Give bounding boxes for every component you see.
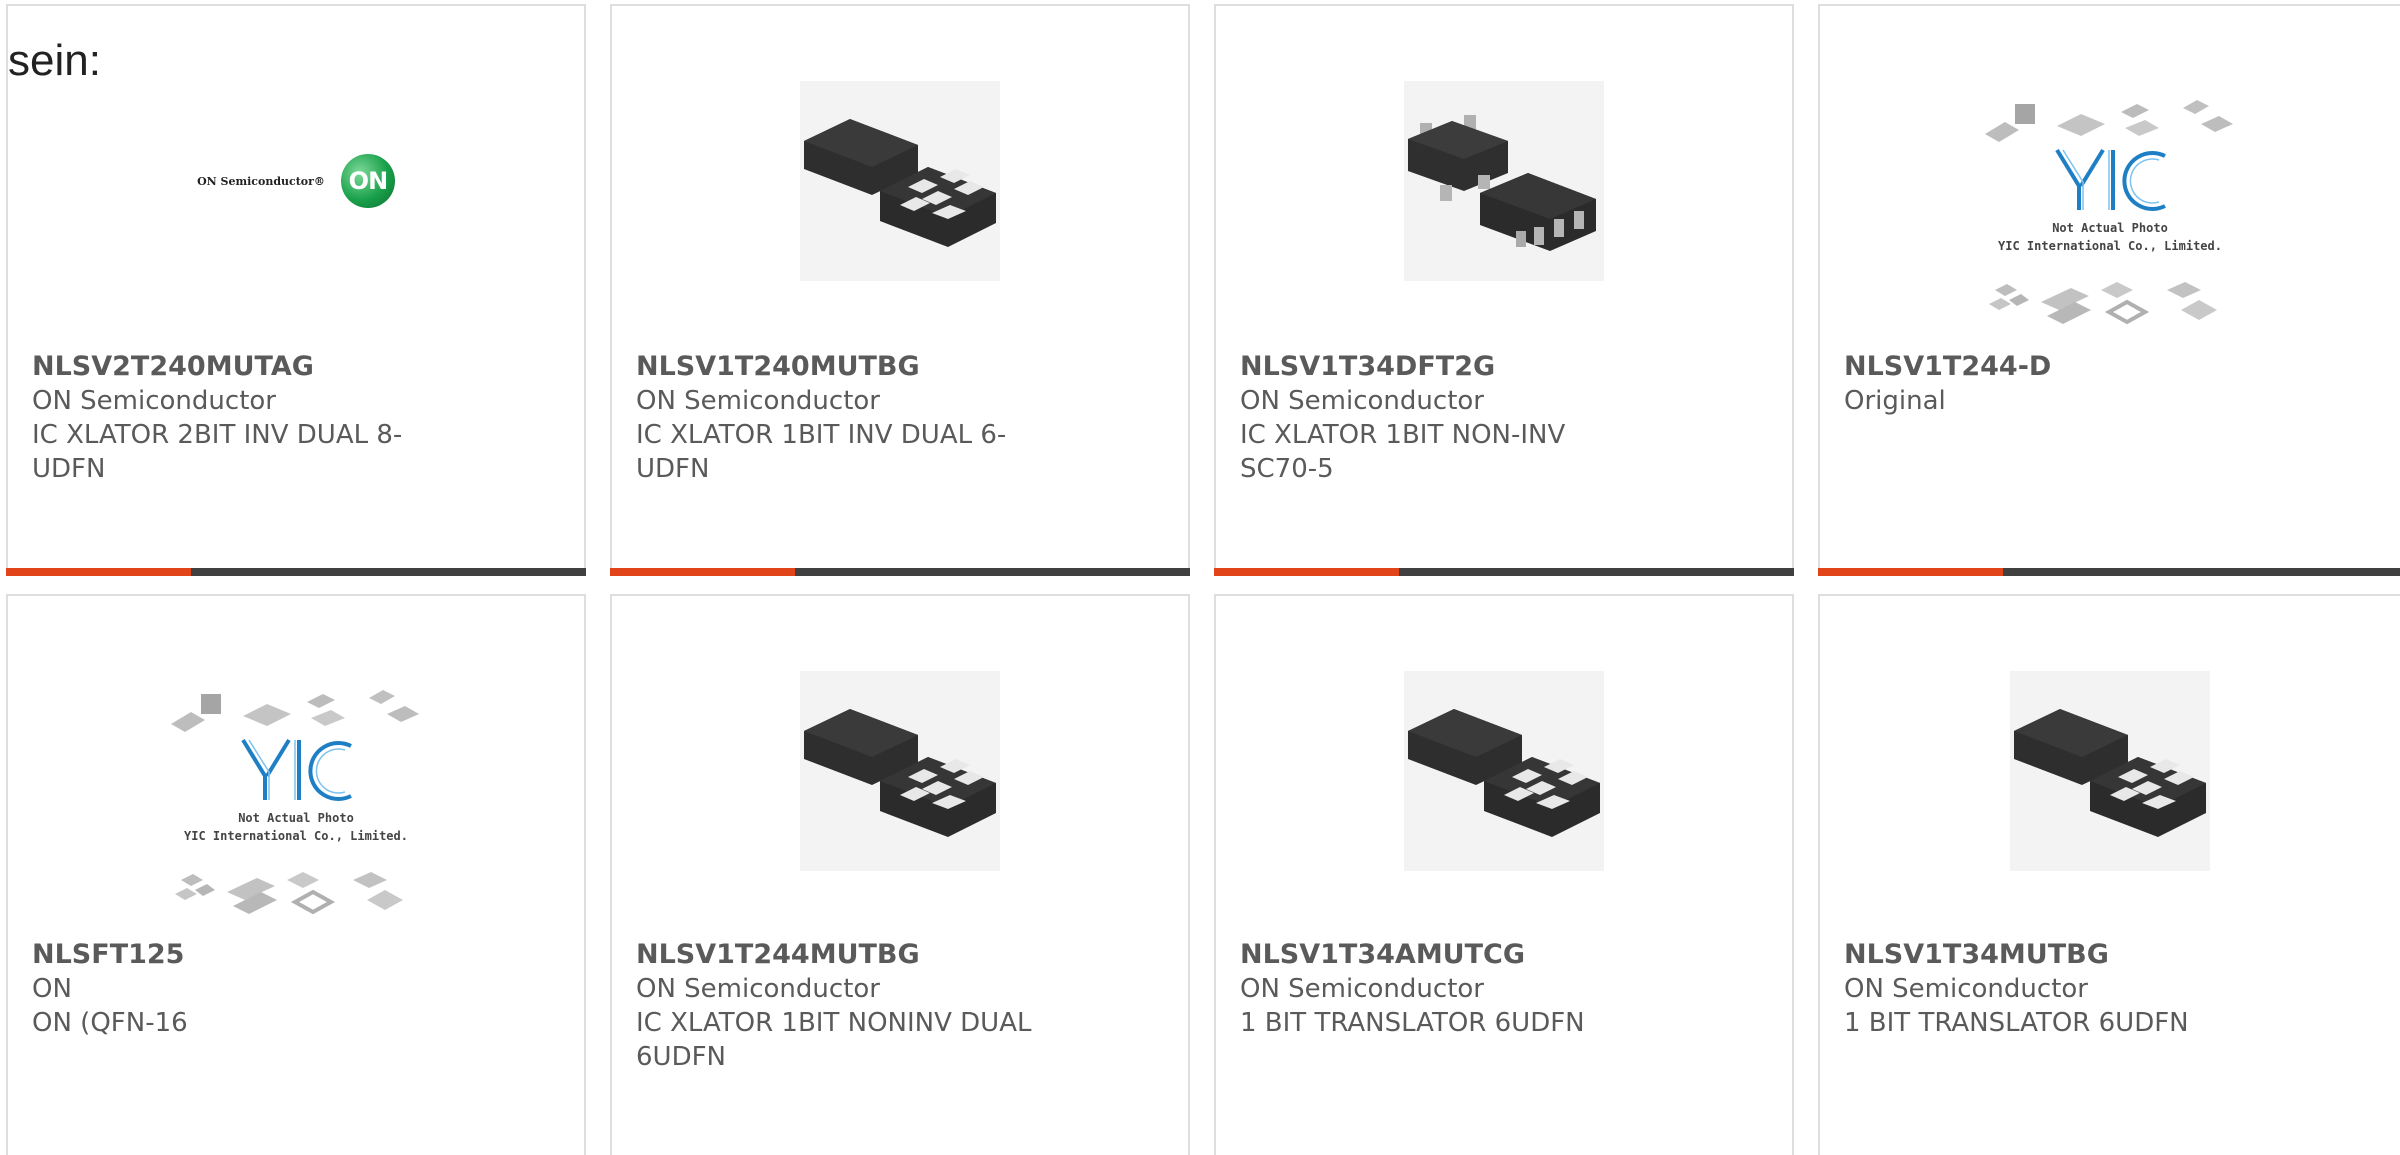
on-logo-wordmark: ON Semiconductor® <box>197 174 325 188</box>
product-image[interactable]: ON Semiconductor® ON <box>8 76 584 286</box>
part-number-link[interactable]: NLSV1T34DFT2G <box>1240 350 1776 384</box>
description-label: IC XLATOR 2BIT INV DUAL 8-UDFN <box>32 420 403 484</box>
on-logo-badge: ON <box>340 154 395 208</box>
product-image[interactable]: Not Actual Photo YIC International Co., … <box>1820 94 2400 342</box>
card-footer-bar <box>1214 568 1794 576</box>
product-image[interactable] <box>1216 76 1792 286</box>
part-number-link[interactable]: NLSV2T240MUTAG <box>32 350 568 384</box>
manufacturer-label: ON Semiconductor <box>32 386 276 416</box>
yic-caption-line1: Not Actual Photo <box>2052 221 2168 235</box>
product-image[interactable] <box>612 666 1188 876</box>
part-number-link[interactable]: NLSV1T244MUTBG <box>636 938 1172 972</box>
sc70-package-photo <box>1404 81 1604 281</box>
manufacturer-label: ON Semiconductor <box>1844 974 2088 1004</box>
product-card[interactable]: NLSV1T244MUTBG ON Semiconductor IC XLATO… <box>610 594 1190 1155</box>
on-semiconductor-logo: ON Semiconductor® ON <box>197 154 395 208</box>
product-image[interactable] <box>612 76 1188 286</box>
product-grid-page: sein: ON Semiconductor® ON NLSV2T240MUTA… <box>0 0 2400 1155</box>
manufacturer-label: ON Semiconductor <box>1240 974 1484 1004</box>
card-footer-accent <box>610 568 795 576</box>
product-image[interactable]: Not Actual Photo YIC International Co., … <box>8 684 584 932</box>
yic-caption-line2: YIC International Co., Limited. <box>184 829 408 843</box>
card-footer-bar <box>1818 568 2400 576</box>
product-card[interactable]: Not Actual Photo YIC International Co., … <box>1818 4 2400 576</box>
product-card[interactable]: ON Semiconductor® ON NLSV2T240MUTAG ON S… <box>6 4 586 576</box>
part-number-link[interactable]: NLSV1T240MUTBG <box>636 350 1172 384</box>
product-card[interactable]: NLSV1T34DFT2G ON Semiconductor IC XLATOR… <box>1214 4 1794 576</box>
product-card[interactable]: NLSV1T34AMUTCG ON Semiconductor 1 BIT TR… <box>1214 594 1794 1155</box>
product-card[interactable]: NLSV1T34MUTBG ON Semiconductor 1 BIT TRA… <box>1818 594 2400 1155</box>
manufacturer-label: ON Semiconductor <box>636 386 880 416</box>
yic-caption-line2: YIC International Co., Limited. <box>1998 239 2222 253</box>
description-label: IC XLATOR 1BIT NON-INV SC70-5 <box>1240 420 1566 484</box>
udfn-package-photo <box>1404 671 1604 871</box>
yic-placeholder-image: Not Actual Photo YIC International Co., … <box>1985 100 2233 325</box>
card-footer-accent <box>6 568 191 576</box>
header-fragment-text: sein: <box>8 36 101 85</box>
card-footer-accent <box>1214 568 1399 576</box>
description-label: IC XLATOR 1BIT NONINV DUAL 6UDFN <box>636 1008 1032 1072</box>
description-label: ON (QFN-16 <box>32 1008 188 1038</box>
description-label: 1 BIT TRANSLATOR 6UDFN <box>1844 1008 2189 1038</box>
yic-caption-line1: Not Actual Photo <box>238 811 354 825</box>
manufacturer-label: ON Semiconductor <box>636 974 880 1004</box>
product-card[interactable]: NLSV1T240MUTBG ON Semiconductor IC XLATO… <box>610 4 1190 576</box>
udfn-package-photo <box>800 81 1000 281</box>
manufacturer-label: ON <box>32 974 72 1004</box>
yic-placeholder-image: Not Actual Photo YIC International Co., … <box>171 690 419 915</box>
udfn-package-photo <box>800 671 1000 871</box>
manufacturer-label: ON Semiconductor <box>1240 386 1484 416</box>
card-footer-bar <box>610 568 1190 576</box>
part-number-link[interactable]: NLSV1T34MUTBG <box>1844 938 2390 972</box>
part-number-link[interactable]: NLSV1T244-D <box>1844 350 2390 384</box>
product-image[interactable] <box>1820 666 2400 876</box>
manufacturer-label: Original <box>1844 386 1946 416</box>
part-number-link[interactable]: NLSFT125 <box>32 938 568 972</box>
card-footer-accent <box>1818 568 2003 576</box>
description-label: 1 BIT TRANSLATOR 6UDFN <box>1240 1008 1585 1038</box>
description-label: IC XLATOR 1BIT INV DUAL 6-UDFN <box>636 420 1007 484</box>
card-footer-bar <box>6 568 586 576</box>
product-card[interactable]: Not Actual Photo YIC International Co., … <box>6 594 586 1155</box>
part-number-link[interactable]: NLSV1T34AMUTCG <box>1240 938 1776 972</box>
product-image[interactable] <box>1216 666 1792 876</box>
udfn-package-photo <box>2010 671 2210 871</box>
